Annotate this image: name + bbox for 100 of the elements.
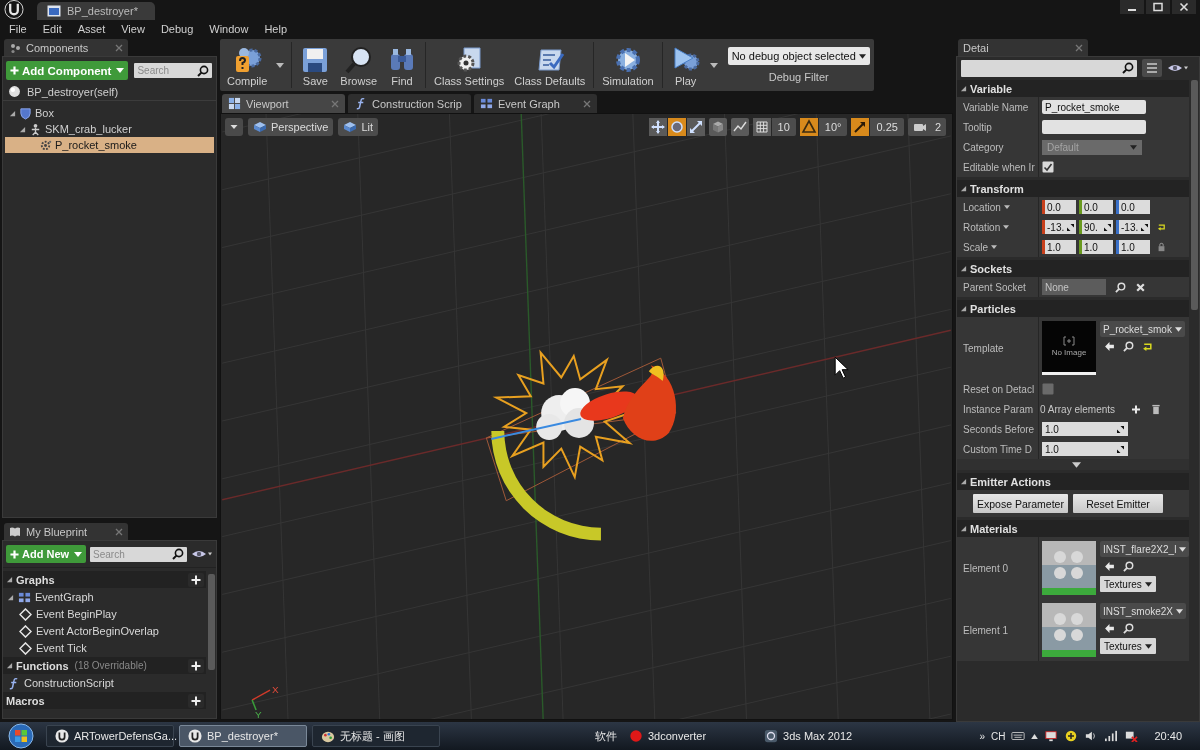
scrollbar[interactable] <box>207 574 215 670</box>
monitor-icon[interactable] <box>1044 730 1059 742</box>
toolbar-button[interactable]: Play <box>665 43 706 87</box>
number-field[interactable]: 0.0 <box>1042 200 1076 214</box>
close-icon[interactable] <box>1172 0 1196 14</box>
start-orb-icon[interactable] <box>8 723 34 749</box>
menu-item[interactable]: File <box>1 23 35 35</box>
number-field[interactable]: 1.0 <box>1042 422 1128 436</box>
clear-icon[interactable] <box>1135 281 1146 293</box>
tree-item[interactable]: BP_destroyer(self) <box>3 83 216 101</box>
menu-item[interactable]: Asset <box>69 23 114 35</box>
toolbar-button[interactable]: Find <box>382 43 423 87</box>
number-field[interactable]: 1.0 <box>1116 240 1150 254</box>
number-field[interactable]: 1.0 <box>1042 240 1076 254</box>
expand-arrow-icon[interactable] <box>9 109 16 117</box>
taskbar-button[interactable]: ARTowerDefensGa... <box>46 725 174 747</box>
socket-field[interactable]: None <box>1042 279 1106 295</box>
number-field[interactable]: -13. <box>1116 220 1150 234</box>
action-button[interactable]: Expose Parameter <box>973 494 1068 513</box>
network-warning-icon[interactable] <box>1124 730 1139 742</box>
debug-filter-dropdown[interactable]: No debug object selected <box>727 47 870 65</box>
plus-icon[interactable] <box>188 658 204 673</box>
number-field[interactable]: -13. <box>1042 220 1076 234</box>
expand-arrow-icon[interactable] <box>6 662 13 669</box>
toolbar-button[interactable]: Class Settings <box>429 43 510 87</box>
return-arrow-icon[interactable] <box>1142 341 1153 352</box>
search-field[interactable] <box>961 59 1137 77</box>
text-field[interactable] <box>1042 120 1146 134</box>
section-header[interactable]: Sockets <box>957 260 1189 277</box>
expand-arrow-icon[interactable] <box>960 478 967 485</box>
expand-arrow-icon[interactable] <box>19 125 26 133</box>
menu-item[interactable]: Window <box>201 23 257 35</box>
number-field[interactable]: 1.0 <box>1079 240 1113 254</box>
expand-arrow-icon[interactable] <box>960 265 967 272</box>
search-field[interactable]: Search <box>90 546 187 562</box>
checkbox[interactable] <box>1042 383 1054 395</box>
tree-item[interactable]: Event Tick <box>3 640 206 656</box>
triangle-icon[interactable] <box>799 118 818 136</box>
section-header[interactable]: Graphs <box>3 571 206 588</box>
show-more-icon[interactable] <box>1071 461 1081 468</box>
plus-icon[interactable] <box>1131 403 1142 415</box>
up-arrow-icon[interactable] <box>1031 733 1039 739</box>
text-field[interactable]: P_rocket_smoke <box>1042 100 1146 114</box>
diagonal-arrows-icon[interactable] <box>686 118 705 136</box>
panel-tab[interactable]: Detai <box>958 39 1088 56</box>
return-arrow-icon[interactable] <box>1157 222 1166 232</box>
eye-icon[interactable] <box>191 549 213 559</box>
textures-button[interactable]: Textures <box>1100 576 1156 592</box>
line-graph-icon[interactable] <box>730 118 749 136</box>
search-icon[interactable] <box>197 64 210 77</box>
number-field[interactable]: 0.0 <box>1116 200 1150 214</box>
left-arrow-icon[interactable] <box>1104 623 1115 634</box>
sphere-icon[interactable] <box>667 118 686 136</box>
section-header[interactable]: Variable <box>957 80 1189 97</box>
view-mode-button[interactable]: Perspective <box>248 118 334 136</box>
panel-tab[interactable]: Components <box>4 39 128 56</box>
caret-icon[interactable] <box>709 62 718 68</box>
expand-arrow-icon[interactable] <box>6 576 13 583</box>
taskbar-shortcut[interactable]: 3dconverter <box>629 729 707 743</box>
scrollbar[interactable] <box>1190 80 1198 310</box>
material-dropdown[interactable]: INST_smoke2X <box>1100 603 1187 619</box>
tree-item[interactable]: SKM_crab_lucker <box>5 121 214 137</box>
search-icon[interactable] <box>1115 281 1126 293</box>
search-field[interactable]: Search <box>134 63 213 78</box>
snap-value-button[interactable]: 10° <box>818 118 848 136</box>
list-icon[interactable] <box>1142 59 1162 77</box>
eye-icon[interactable] <box>1167 63 1189 73</box>
tree-item[interactable]: EventGraph <box>3 589 206 605</box>
editor-tab[interactable]: Event Graph <box>474 94 597 113</box>
number-field[interactable]: 1.0 <box>1042 442 1128 456</box>
left-arrow-icon[interactable] <box>1104 561 1115 572</box>
left-arrow-icon[interactable] <box>1104 341 1115 352</box>
toolbar-button[interactable]: Class Defaults <box>509 43 591 87</box>
caret-icon[interactable] <box>1003 205 1010 209</box>
tree-item[interactable]: Event ActorBeginOverlap <box>3 623 206 639</box>
tree-item[interactable]: Event BeginPlay <box>3 606 206 622</box>
document-tab[interactable]: BP_destroyer* <box>37 2 155 20</box>
caret-icon[interactable] <box>991 245 997 249</box>
move-arrows-icon[interactable] <box>648 118 667 136</box>
asset-dropdown[interactable]: P_rocket_smok <box>1100 321 1185 337</box>
editor-tab[interactable]: Construction Scrip <box>348 94 471 113</box>
u-logo-icon[interactable] <box>3 0 25 19</box>
section-header[interactable]: Functions (18 Overridable) <box>3 657 206 674</box>
add-component-button[interactable]: Add Component <box>6 61 129 80</box>
snap-value-button[interactable]: 10 <box>771 118 796 136</box>
grid-icon[interactable] <box>752 118 771 136</box>
section-header[interactable]: Macros <box>3 692 206 709</box>
toolbar-button[interactable]: Browse <box>335 43 383 87</box>
search-icon[interactable] <box>1122 62 1134 74</box>
plus-icon[interactable] <box>188 572 204 587</box>
search-icon[interactable] <box>1123 623 1134 634</box>
tree-item[interactable]: P_rocket_smoke <box>5 137 214 153</box>
textures-button[interactable]: Textures <box>1100 638 1156 654</box>
cube-icon[interactable] <box>708 118 727 136</box>
expand-arrow-icon[interactable] <box>960 525 967 532</box>
toolbar-button[interactable]: Simulation <box>597 43 659 87</box>
plus-icon[interactable] <box>188 693 204 708</box>
action-button[interactable]: Reset Emitter <box>1072 494 1163 513</box>
plus-badge-icon[interactable] <box>1064 730 1079 742</box>
search-icon[interactable] <box>1123 561 1134 572</box>
